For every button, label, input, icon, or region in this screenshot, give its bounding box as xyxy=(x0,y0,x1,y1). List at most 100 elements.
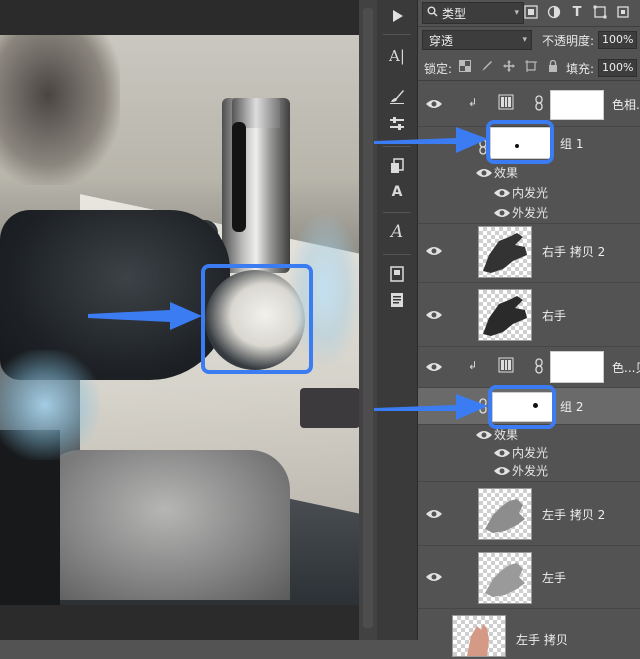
layer-thumbnail[interactable] xyxy=(478,289,532,341)
fill-label: 填充: xyxy=(566,62,595,76)
layer-name: 右手 xyxy=(542,309,567,323)
effect-inner-glow[interactable]: 内发光 xyxy=(512,184,548,201)
panel-divider xyxy=(418,26,640,27)
annotation-arrow-group1-icon xyxy=(374,127,488,153)
eye-icon[interactable] xyxy=(426,245,442,257)
layer-name: 组 2 xyxy=(560,400,584,414)
layer-thumbnail[interactable] xyxy=(478,226,532,278)
filter-type-icon[interactable]: T xyxy=(568,3,586,21)
eye-icon[interactable] xyxy=(476,167,492,179)
hand-thumbnail-icon xyxy=(483,296,527,336)
filter-pixel-icon[interactable] xyxy=(522,3,540,21)
layer-thumbnail[interactable] xyxy=(478,488,532,540)
toolstrip-divider xyxy=(383,254,411,255)
layer-name: 色相... xyxy=(612,98,640,112)
annotation-arrow-group2-icon xyxy=(374,394,488,420)
layer-name: 左手 拷贝 2 xyxy=(542,508,606,522)
lock-icons xyxy=(458,58,560,74)
lock-position-icon[interactable] xyxy=(502,58,516,74)
chevron-down-icon: ▾ xyxy=(522,35,527,45)
canvas-pasteboard-top xyxy=(0,0,360,35)
layer-thumbnail[interactable] xyxy=(452,615,506,657)
hand-thumbnail-icon xyxy=(467,624,489,656)
layer-filter-select[interactable]: 类型 ▾ xyxy=(422,2,524,24)
highlight-box-group1-mask xyxy=(486,120,554,164)
eye-icon[interactable] xyxy=(494,447,510,459)
hand-thumbnail-icon xyxy=(485,499,525,533)
filter-adjustment-icon[interactable] xyxy=(545,3,563,21)
layer-row[interactable]: ↲ 色...贝 xyxy=(418,347,640,388)
eye-icon[interactable] xyxy=(426,361,442,373)
character-style-icon[interactable]: A xyxy=(383,180,411,204)
adjustment-layer-icon xyxy=(498,357,514,376)
chain-link-icon[interactable] xyxy=(534,95,544,114)
lock-image-brush-icon[interactable] xyxy=(480,58,494,74)
annotation-arrow-canvas-icon xyxy=(88,302,202,330)
layer-mask-thumbnail[interactable] xyxy=(550,351,604,383)
filter-shape-icon[interactable] xyxy=(591,3,609,21)
layer-row[interactable]: 左手 拷贝 2 xyxy=(418,482,640,546)
clip-arrow-icon: ↲ xyxy=(468,96,478,109)
chain-link-icon[interactable] xyxy=(534,358,544,377)
blend-mode-select[interactable]: 穿透 ▾ xyxy=(422,30,532,50)
lock-label: 锁定: xyxy=(424,62,453,76)
canvas-scroll-thumb[interactable] xyxy=(363,8,373,628)
clip-arrow-icon: ↲ xyxy=(468,359,478,372)
toolstrip-divider xyxy=(383,212,411,213)
document-icon[interactable] xyxy=(383,288,411,312)
fill-field[interactable]: 100% xyxy=(598,59,638,77)
lock-all-icon[interactable] xyxy=(546,58,560,74)
notes-icon[interactable] xyxy=(383,262,411,286)
layer-row[interactable]: 右手 xyxy=(418,283,640,347)
layer-name: 色...贝 xyxy=(612,361,640,375)
layer-mask-thumbnail[interactable] xyxy=(550,90,604,120)
eye-icon[interactable] xyxy=(494,187,510,199)
blend-mode-value: 穿透 xyxy=(429,33,454,48)
hand-thumbnail-icon xyxy=(483,233,527,273)
effect-inner-glow[interactable]: 内发光 xyxy=(512,444,548,461)
layer-filter-label: 类型 xyxy=(442,6,467,21)
eye-icon[interactable] xyxy=(476,429,492,441)
eye-icon[interactable] xyxy=(426,508,442,520)
chevron-down-icon: ▾ xyxy=(514,8,519,18)
eye-icon[interactable] xyxy=(494,207,510,219)
layer-name: 组 1 xyxy=(560,137,584,151)
lock-transparent-icon[interactable] xyxy=(458,58,472,74)
document-canvas[interactable] xyxy=(0,0,360,640)
layer-filter-icons: T xyxy=(522,2,632,22)
panel-divider xyxy=(418,80,640,81)
filter-smartobject-icon[interactable] xyxy=(614,3,632,21)
eye-icon[interactable] xyxy=(426,309,442,321)
opacity-field[interactable]: 100% xyxy=(598,31,638,49)
photo-desk-item xyxy=(300,388,360,428)
layer-row[interactable]: 左手 xyxy=(418,546,640,609)
layer-row[interactable]: 左手 拷贝 xyxy=(418,609,640,657)
play-icon[interactable] xyxy=(383,4,411,28)
character-panel-icon[interactable]: A| xyxy=(383,44,411,68)
canvas-scrollbar[interactable] xyxy=(359,0,377,640)
panel-toolstrip: A| A A xyxy=(377,0,418,640)
effects-label: 效果 xyxy=(494,166,519,180)
brush-settings-icon[interactable] xyxy=(383,84,411,108)
eye-icon[interactable] xyxy=(494,465,510,477)
layer-row[interactable]: 右手 拷贝 2 xyxy=(418,220,640,283)
canvas-pasteboard-bottom xyxy=(0,605,360,640)
eye-icon[interactable] xyxy=(426,571,442,583)
layers-panel: 类型 ▾ T 穿透 ▾ 不透明度: 100% 锁定: 填充: 100% ↲ 色相… xyxy=(418,0,640,657)
layer-name: 右手 拷贝 2 xyxy=(542,245,606,259)
toolstrip-divider xyxy=(383,34,411,35)
effect-outer-glow[interactable]: 外发光 xyxy=(512,462,548,479)
layer-name: 左手 xyxy=(542,571,567,585)
layer-comps-icon[interactable] xyxy=(383,154,411,178)
photo-glow-effect-left xyxy=(0,350,100,460)
glyph-icon[interactable]: A xyxy=(383,220,411,244)
photo-bottle-strap xyxy=(232,122,246,232)
adjustment-layer-icon xyxy=(498,94,514,113)
highlight-box-sleeve xyxy=(201,264,313,374)
eye-icon[interactable] xyxy=(426,98,442,110)
layer-thumbnail[interactable] xyxy=(478,552,532,604)
opacity-label: 不透明度: xyxy=(542,34,595,48)
lock-artboard-icon[interactable] xyxy=(524,58,538,74)
hand-thumbnail-icon xyxy=(485,563,525,597)
effect-outer-glow[interactable]: 外发光 xyxy=(512,204,548,221)
